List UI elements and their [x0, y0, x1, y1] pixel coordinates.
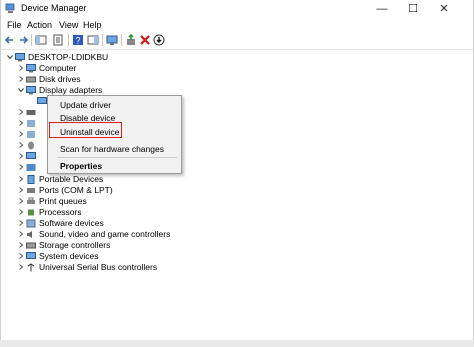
speaker-icon: [27, 231, 32, 238]
collapsed-chevron-icon[interactable]: [18, 242, 24, 248]
context-item-update-driver[interactable]: Update driver: [60, 100, 111, 110]
menu-help[interactable]: Help: [83, 20, 102, 30]
collapsed-chevron-icon[interactable]: [18, 209, 24, 215]
collapsed-chevron-icon[interactable]: [18, 187, 24, 193]
scan-hardware-changes-icon[interactable]: [106, 34, 118, 46]
collapsed-chevron-icon[interactable]: [18, 176, 24, 182]
collapsed-chevron-icon[interactable]: [18, 231, 24, 237]
printer-icon: [27, 197, 35, 204]
tree-item-system-devices[interactable]: System devices: [39, 251, 99, 262]
device-manager-icon: [5, 3, 15, 13]
network-adapter-icon: [26, 164, 36, 171]
collapsed-chevron-icon[interactable]: [18, 198, 24, 204]
enable-device-icon[interactable]: [125, 34, 137, 46]
window-title: Device Manager: [21, 3, 87, 13]
tree-root-label[interactable]: DESKTOP-LDIDKBU: [28, 52, 108, 63]
collapsed-chevron-icon[interactable]: [18, 131, 24, 137]
disk-drive-icon: [26, 76, 36, 83]
collapsed-chevron-icon[interactable]: [18, 164, 24, 170]
close-button[interactable]: ✕: [430, 0, 458, 18]
tree-item-software-devices[interactable]: Software devices: [39, 218, 104, 229]
collapsed-chevron-icon[interactable]: [18, 76, 24, 82]
toolbar-separator: [121, 34, 122, 46]
device-icon: [27, 131, 35, 138]
tree-item-portable-devices[interactable]: Portable Devices: [39, 174, 103, 185]
tree-item-ports[interactable]: Ports (COM & LPT): [39, 185, 113, 196]
menu-action[interactable]: Action: [27, 20, 52, 30]
collapsed-chevron-icon[interactable]: [18, 220, 24, 226]
back-arrow-icon[interactable]: [4, 34, 16, 46]
context-menu-separator: [57, 157, 177, 158]
display-adapter-icon: [37, 97, 47, 104]
context-item-properties[interactable]: Properties: [60, 161, 102, 171]
mouse-icon: [28, 141, 34, 150]
keyboard-icon: [26, 110, 36, 115]
tree-item-processors[interactable]: Processors: [39, 207, 82, 218]
display-adapter-icon: [26, 86, 36, 95]
usb-icon: [27, 263, 35, 272]
tree-item-storage-controllers[interactable]: Storage controllers: [39, 240, 110, 251]
context-item-scan-hardware[interactable]: Scan for hardware changes: [60, 144, 164, 154]
collapsed-chevron-icon[interactable]: [18, 153, 24, 159]
monitor-icon: [26, 152, 36, 159]
maximize-button[interactable]: ☐: [399, 0, 427, 18]
forward-arrow-icon[interactable]: [17, 34, 29, 46]
tree-item-sound-video-game[interactable]: Sound, video and game controllers: [39, 229, 170, 240]
minimize-button[interactable]: —: [368, 0, 396, 18]
collapsed-chevron-icon[interactable]: [18, 142, 24, 148]
menu-view[interactable]: View: [59, 20, 78, 30]
uninstall-device-icon[interactable]: [139, 34, 151, 46]
expand-chevron-icon[interactable]: [7, 54, 13, 60]
show-hide-console-tree-icon[interactable]: [35, 34, 47, 46]
system-device-icon: [26, 252, 36, 259]
processor-icon: [28, 209, 34, 216]
properties-sheet-icon[interactable]: [52, 34, 64, 46]
toolbar-separator: [102, 34, 103, 46]
portable-device-icon: [27, 175, 35, 184]
port-icon: [27, 188, 35, 193]
software-device-icon: [26, 219, 36, 228]
storage-controller-icon: [26, 242, 36, 249]
menu-file[interactable]: File: [7, 20, 22, 30]
collapsed-chevron-icon[interactable]: [18, 264, 24, 270]
collapsed-chevron-icon[interactable]: [18, 120, 24, 126]
computer-icon: [15, 53, 25, 62]
collapsed-chevron-icon[interactable]: [18, 253, 24, 259]
device-icon: [27, 120, 35, 127]
svg-text:?: ?: [75, 36, 80, 46]
update-driver-icon[interactable]: [153, 34, 165, 46]
toolbar-separator: [68, 34, 69, 46]
tree-item-usb-controllers[interactable]: Universal Serial Bus controllers: [39, 262, 157, 273]
tree-item-print-queues[interactable]: Print queues: [39, 196, 87, 207]
tree-item-computer[interactable]: Computer: [39, 63, 76, 74]
tree-item-disk-drives[interactable]: Disk drives: [39, 74, 81, 85]
expanded-chevron-icon[interactable]: [18, 87, 24, 93]
computer-icon: [26, 64, 36, 73]
collapsed-chevron-icon[interactable]: [18, 65, 24, 71]
uninstall-highlight-box: [49, 122, 122, 138]
help-icon[interactable]: ?: [72, 34, 84, 46]
action-pane-icon[interactable]: [87, 34, 99, 46]
status-bar: [0, 340, 474, 347]
collapsed-chevron-icon[interactable]: [18, 109, 24, 115]
window-border-left: [0, 0, 1, 347]
toolbar-separator: [31, 34, 32, 46]
